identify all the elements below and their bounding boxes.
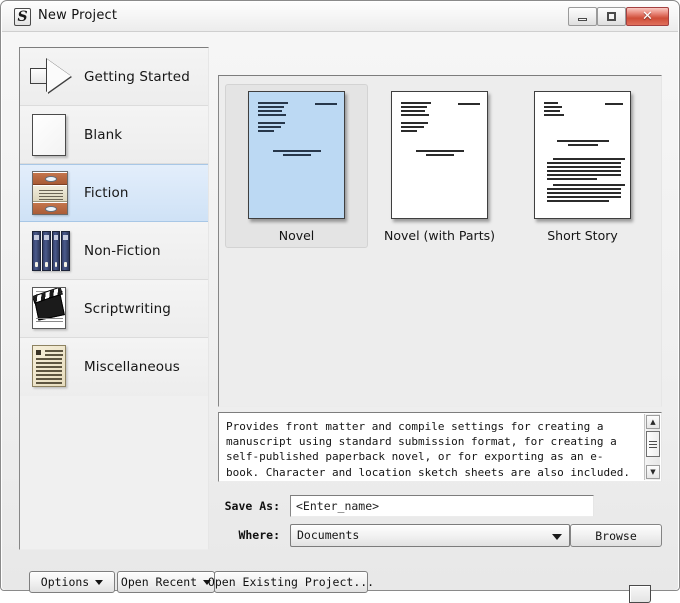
- minimize-icon: [569, 8, 596, 25]
- maximize-button[interactable]: [597, 7, 626, 26]
- template-thumbnail: [248, 91, 345, 219]
- browse-button[interactable]: Browse: [570, 524, 662, 547]
- where-label: Where:: [238, 528, 280, 542]
- template-label: Novel (with Parts): [384, 228, 495, 243]
- sidebar-item-label: Getting Started: [84, 68, 190, 85]
- sidebar-item-non-fiction[interactable]: Non-Fiction: [20, 222, 208, 280]
- sidebar-item-label: Blank: [84, 126, 123, 143]
- sidebar-item-label: Scriptwriting: [84, 300, 171, 317]
- template-label: Short Story: [547, 228, 618, 243]
- arrow-right-icon: [30, 55, 72, 99]
- options-button-label: Options: [40, 575, 90, 589]
- sidebar-item-fiction[interactable]: Fiction: [20, 164, 208, 222]
- title-bar: S New Project ✕: [2, 2, 678, 32]
- resize-grip[interactable]: [629, 585, 651, 603]
- fiction-books-icon: [30, 171, 72, 215]
- scroll-up-icon[interactable]: ▲: [646, 415, 660, 429]
- open-recent-button-label: Open Recent: [120, 575, 198, 589]
- template-label: Novel: [278, 228, 315, 243]
- sidebar-item-scriptwriting[interactable]: Scriptwriting: [20, 280, 208, 338]
- save-as-input[interactable]: <Enter_name>: [290, 495, 594, 517]
- new-project-window: S New Project ✕ Getting Started Blank Fi…: [0, 0, 680, 603]
- sidebar-item-miscellaneous[interactable]: Miscellaneous: [20, 338, 208, 396]
- window-title: New Project: [38, 8, 118, 23]
- template-item-novel[interactable]: Novel: [225, 84, 368, 248]
- template-grid[interactable]: Novel Novel (with Parts) Short Story: [218, 75, 662, 407]
- scrivener-s-icon: S: [14, 8, 31, 26]
- save-as-row: Save As: <Enter_name>: [218, 495, 662, 517]
- sidebar-item-label: Miscellaneous: [84, 359, 180, 375]
- sidebar-item-label: Fiction: [84, 185, 129, 201]
- template-thumbnail: [534, 91, 631, 219]
- clapperboard-icon: [30, 286, 72, 331]
- open-recent-button[interactable]: Open Recent: [117, 571, 215, 593]
- close-button[interactable]: ✕: [626, 7, 669, 26]
- description-scrollbar[interactable]: ▲ ▼: [644, 414, 660, 480]
- where-dropdown-value: Documents: [297, 527, 360, 542]
- open-existing-project-button[interactable]: Open Existing Project...: [208, 571, 374, 593]
- nonfiction-books-icon: [30, 229, 72, 273]
- scrollbar-thumb[interactable]: [646, 431, 660, 457]
- save-as-label: Save As:: [224, 499, 280, 513]
- maximize-icon: [598, 8, 625, 25]
- template-item-short-story[interactable]: Short Story: [511, 84, 654, 248]
- category-sidebar[interactable]: Getting Started Blank Fiction Non-Fictio…: [19, 47, 209, 550]
- minimize-button[interactable]: [568, 7, 597, 26]
- chevron-down-icon: [95, 579, 104, 585]
- parchment-page-icon: [30, 345, 72, 389]
- chevron-down-icon: [552, 533, 562, 540]
- blank-page-icon: [30, 113, 72, 157]
- dialog-client-area: Getting Started Blank Fiction Non-Fictio…: [2, 32, 678, 603]
- template-description-text: Provides front matter and compile settin…: [226, 420, 630, 479]
- scroll-down-icon[interactable]: ▼: [646, 465, 660, 479]
- sidebar-item-getting-started[interactable]: Getting Started: [20, 48, 208, 106]
- template-thumbnail: [391, 91, 488, 219]
- where-dropdown[interactable]: Documents: [290, 523, 570, 547]
- sidebar-item-label: Non-Fiction: [84, 242, 161, 259]
- options-button[interactable]: Options: [29, 571, 115, 593]
- close-icon: ✕: [642, 9, 653, 24]
- template-description-panel: Provides front matter and compile settin…: [218, 412, 662, 482]
- sidebar-item-blank[interactable]: Blank: [20, 106, 208, 164]
- template-item-novel-with-parts[interactable]: Novel (with Parts): [368, 84, 511, 248]
